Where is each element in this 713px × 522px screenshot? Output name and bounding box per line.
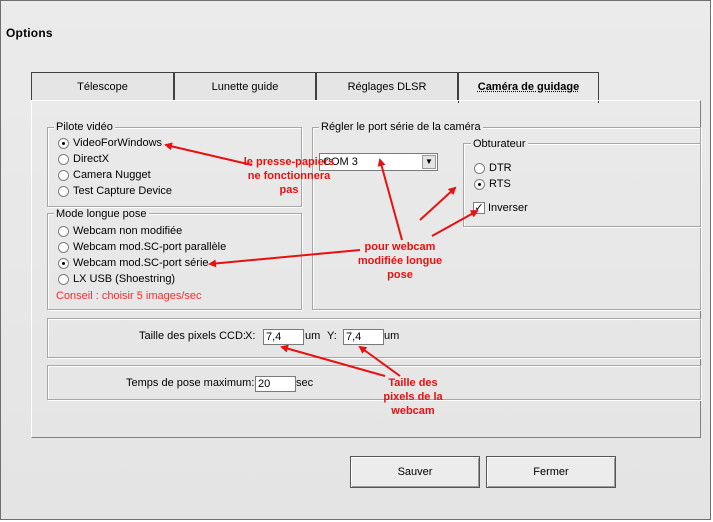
arrow-to-ccd-x — [280, 344, 386, 377]
arrow-to-inverser — [431, 210, 479, 237]
arrow-to-rts — [419, 186, 457, 221]
arrow-to-com-port — [377, 158, 403, 241]
annotation-arrows — [164, 142, 479, 377]
arrow-to-videoforwindows — [164, 142, 253, 166]
arrow-to-port-serie — [208, 249, 361, 268]
